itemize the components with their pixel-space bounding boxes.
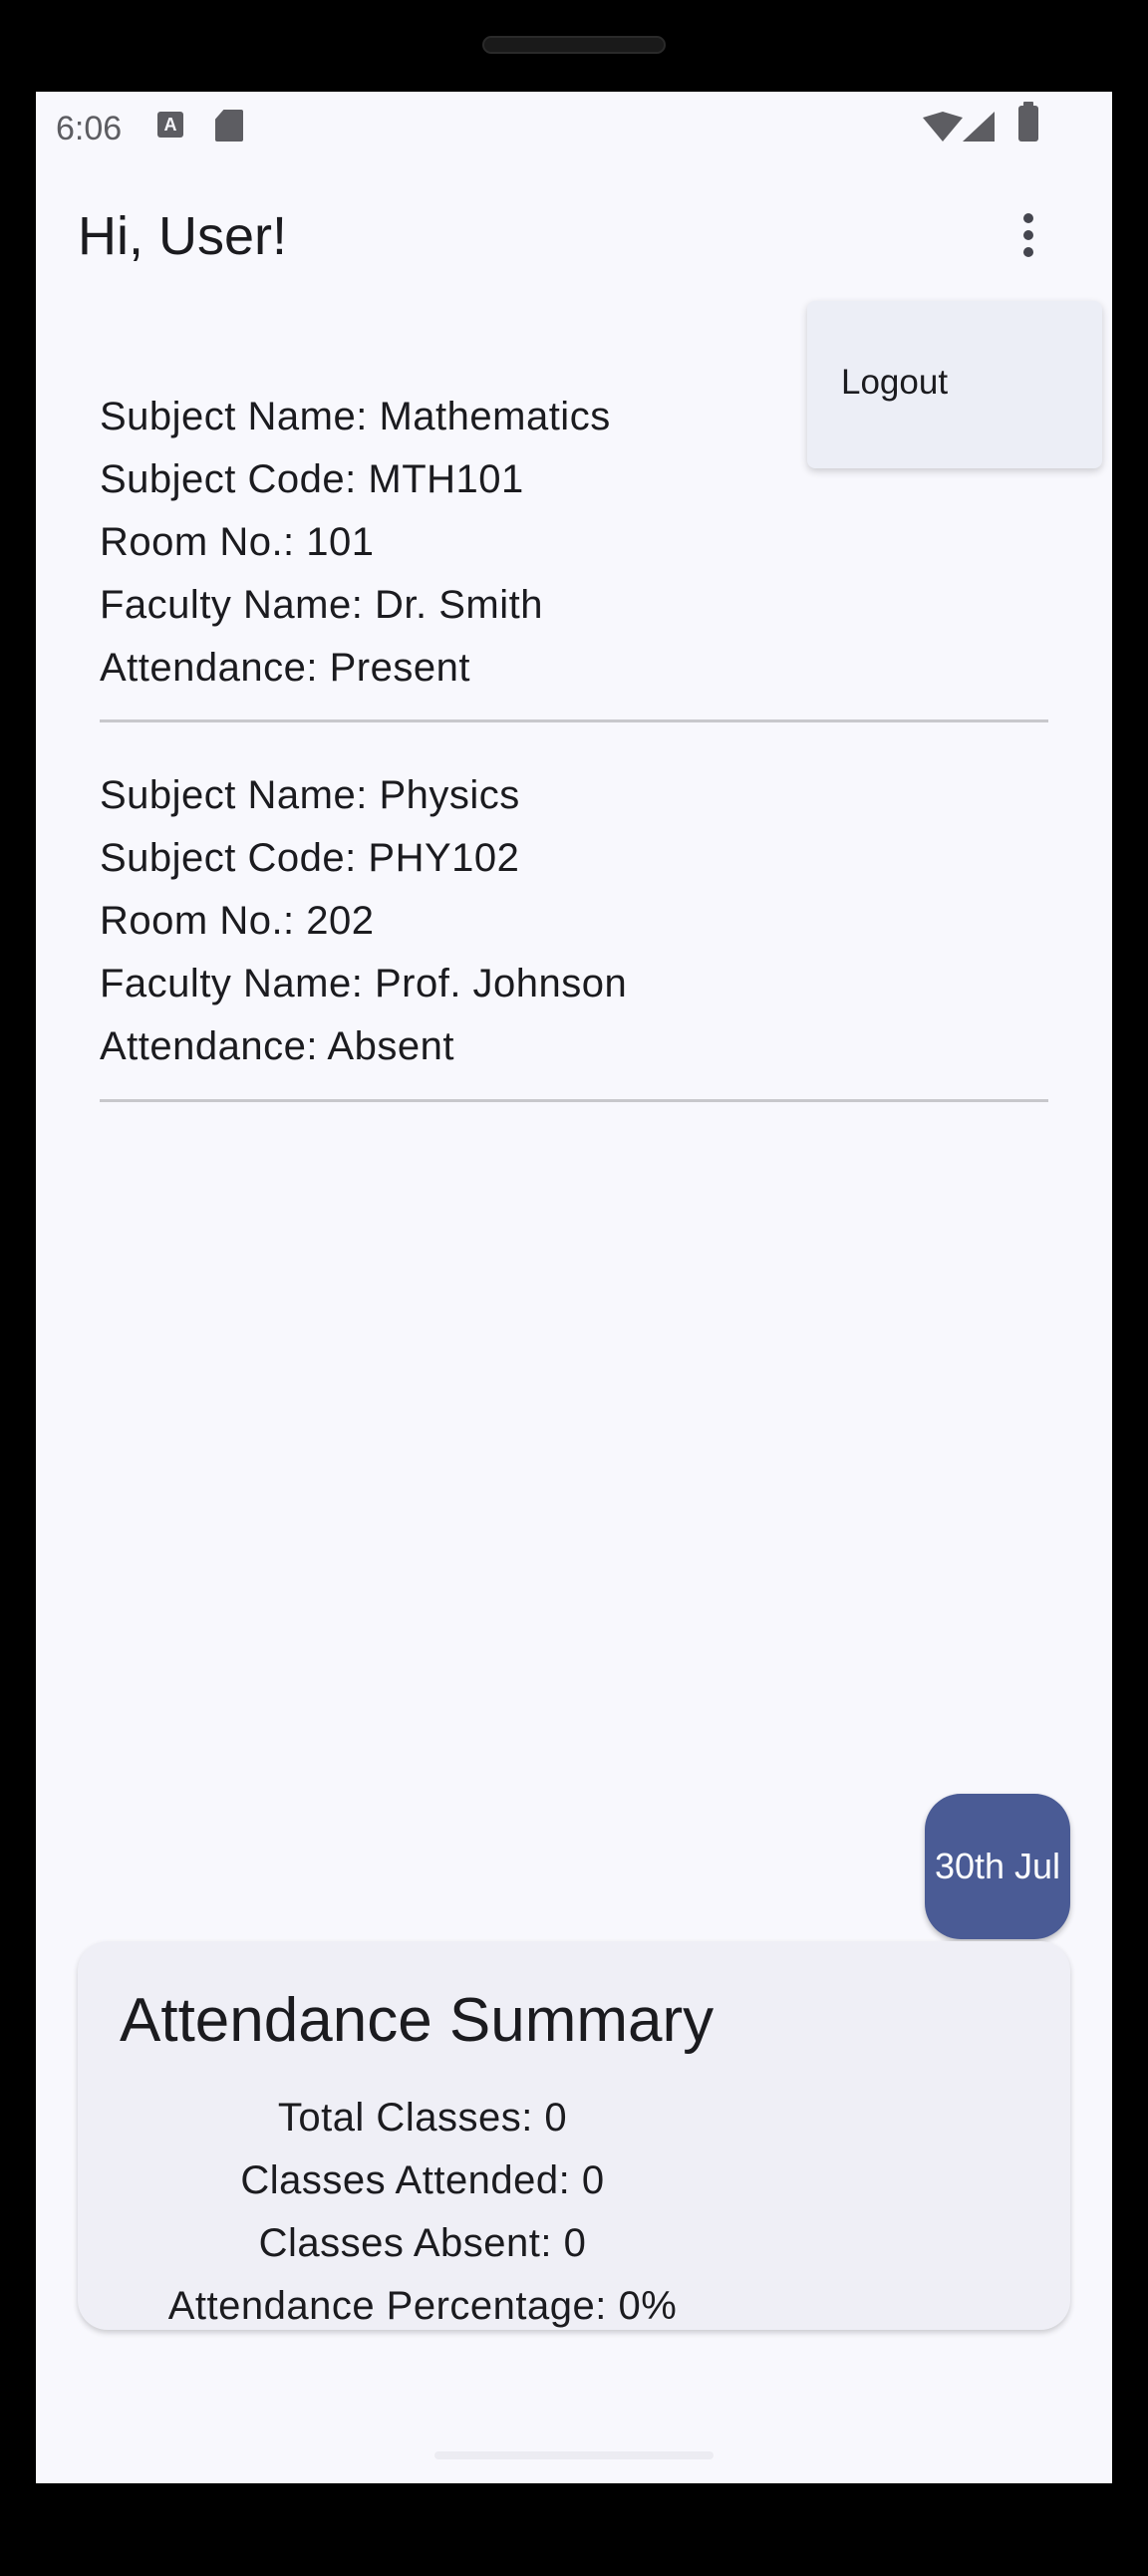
dot — [1023, 230, 1033, 240]
subject-code: Subject Code: PHY102 — [100, 836, 520, 880]
attendance-status: Attendance: Absent — [100, 1024, 454, 1068]
faculty-name: Faculty Name: Dr. Smith — [100, 583, 543, 627]
signal-icon — [963, 112, 995, 142]
total-classes: Total Classes: 0 — [277, 2096, 568, 2140]
classes-absent: Classes Absent: 0 — [258, 2221, 587, 2265]
classes-attended: Classes Attended: 0 — [240, 2158, 605, 2202]
subject-name: Subject Name: Physics — [100, 773, 520, 817]
dot — [1023, 247, 1033, 257]
divider — [100, 1099, 1048, 1102]
attendance-summary-card: Attendance Summary Total Classes: 0 Clas… — [78, 1941, 1070, 2330]
battery-icon — [1018, 102, 1038, 142]
device-frame: 6:06 A Hi, User! Subject Name: Mathemati… — [0, 0, 1148, 2576]
faculty-name: Faculty Name: Prof. Johnson — [100, 962, 628, 1005]
attendance-percentage: Attendance Percentage: 0% — [167, 2284, 678, 2328]
summary-stats: Total Classes: 0 Classes Attended: 0 Cla… — [78, 2087, 767, 2338]
room-number: Room No.: 202 — [100, 899, 375, 943]
sd-card-icon — [215, 110, 243, 142]
dot — [1023, 213, 1033, 223]
summary-title: Attendance Summary — [120, 1986, 715, 2055]
divider — [100, 719, 1048, 722]
gesture-nav-handle[interactable] — [434, 2451, 714, 2459]
status-bar: 6:06 A — [36, 92, 1112, 175]
subject-item: Subject Name: Physics Subject Code: PHY1… — [100, 764, 1048, 1078]
more-vert-icon[interactable] — [1008, 207, 1048, 263]
speaker-grille — [482, 36, 666, 54]
overflow-menu: Logout — [807, 301, 1102, 468]
app-screen: 6:06 A Hi, User! Subject Name: Mathemati… — [36, 92, 1112, 2483]
status-time: 6:06 — [56, 110, 123, 147]
date-button[interactable]: 30th Jul — [925, 1794, 1070, 1939]
page-title: Hi, User! — [78, 206, 288, 266]
attendance-status: Attendance: Present — [100, 646, 470, 690]
room-number: Room No.: 101 — [100, 520, 375, 564]
logout-menu-item[interactable]: Logout — [841, 363, 948, 403]
a-icon: A — [157, 112, 183, 138]
wifi-icon — [923, 112, 963, 142]
